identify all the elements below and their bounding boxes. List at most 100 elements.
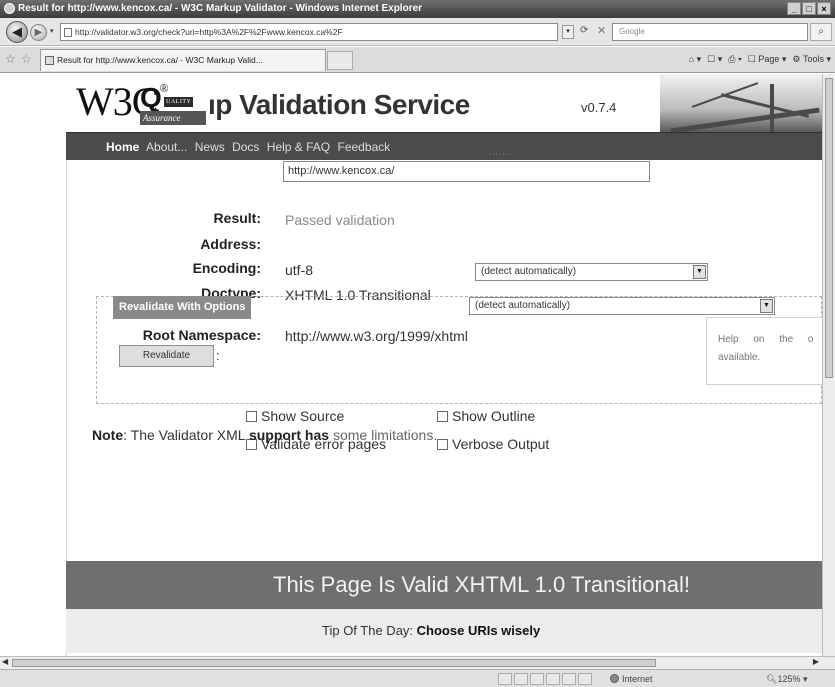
tab-label: Result for http://www.kencox.ca/ - W3C M… <box>57 55 263 65</box>
verbose-output-option[interactable]: Verbose Output <box>437 436 549 452</box>
search-placeholder: Google <box>619 27 645 36</box>
show-source-label: Show Source <box>261 408 345 424</box>
note-has: has <box>301 427 333 443</box>
nav-dots: ······· <box>489 151 513 158</box>
page-menu-label: Page <box>758 54 780 64</box>
qa-quality-label: UALITY <box>164 97 194 107</box>
security-zone[interactable]: Internet <box>610 673 653 685</box>
zoom-icon: 🔍︎ <box>766 674 778 684</box>
status-segment <box>562 673 576 685</box>
nav-home[interactable]: Home <box>106 140 139 154</box>
refresh-icon[interactable]: ⟳ <box>580 25 588 36</box>
encoding-value: utf-8 <box>285 262 314 278</box>
valid-banner: This Page Is Valid XHTML 1.0 Transitiona… <box>66 561 822 609</box>
feeds-icon[interactable]: ☐ ▾ <box>707 51 722 68</box>
verbose-output-label: Verbose Output <box>452 436 550 452</box>
stop-icon[interactable]: ✕ <box>597 24 606 37</box>
zoom-level[interactable]: 🔍︎125% ▾ <box>766 673 808 685</box>
main-nav: Home About... News Docs Help & FAQ Feedb… <box>66 132 822 160</box>
status-segment <box>546 673 560 685</box>
nav-docs[interactable]: Docs <box>232 140 259 154</box>
tab-validator[interactable]: Result for http://www.kencox.ca/ - W3C M… <box>40 49 326 71</box>
show-outline-option[interactable]: Show Outline <box>437 408 535 424</box>
xml-support-note: Note: The Validator XML support has some… <box>92 427 437 443</box>
command-bar: ⌂ ▾ ☐ ▾ ⎙ ▾ ☐ Page ▾ ⚙ Tools ▾ <box>689 51 831 68</box>
page-viewport: W3C ® Q UALITY Assurance ıp Validation Se… <box>0 74 822 656</box>
encoding-label: Encoding: <box>192 260 261 276</box>
horizontal-scrollbar[interactable]: ◀ ▶ <box>0 656 835 669</box>
status-segment <box>498 673 512 685</box>
window-controls: _ □ × <box>787 2 831 15</box>
tip-link[interactable]: Choose URIs wisely <box>417 623 541 638</box>
search-icon: ⌕ <box>818 26 824 37</box>
note-text-a: : The Validator XML <box>123 427 249 443</box>
encoding-select-value: (detect automatically) <box>481 266 577 277</box>
show-source-option[interactable]: Show Source <box>246 408 344 424</box>
vertical-scrollbar[interactable] <box>822 74 835 656</box>
result-label: Result: <box>213 210 261 226</box>
show-source-checkbox[interactable] <box>246 411 257 422</box>
status-bar: Internet 🔍︎125% ▾ <box>0 669 835 687</box>
forward-button[interactable]: ▶ <box>30 24 47 41</box>
status-segment <box>578 673 592 685</box>
horizontal-scroll-thumb[interactable] <box>12 659 656 667</box>
vertical-scroll-thumb[interactable] <box>825 78 833 378</box>
back-arrow-icon: ◀ <box>12 24 22 39</box>
qa-logo[interactable]: Q UALITY Assurance <box>140 82 206 125</box>
service-title: ıp Validation Service <box>208 89 470 120</box>
history-dropdown-icon[interactable]: ▾ <box>50 27 54 35</box>
tree-banner-image <box>660 74 822 132</box>
scroll-left-icon[interactable]: ◀ <box>2 657 8 666</box>
page-menu[interactable]: ☐ Page ▾ <box>748 51 787 68</box>
revalidate-button[interactable]: Revalidate <box>119 345 214 367</box>
home-icon[interactable]: ⌂ ▾ <box>689 51 701 68</box>
search-input[interactable]: Google <box>612 23 808 41</box>
page-icon <box>64 28 72 37</box>
help-panel: Help on the o available. <box>706 317 822 385</box>
address-url: http://validator.w3.org/check?uri=http%3… <box>75 27 343 37</box>
tip-of-the-day: Tip Of The Day: Choose URIs wisely <box>66 609 822 653</box>
minimize-button[interactable]: _ <box>787 2 801 15</box>
note-label: Note <box>92 427 124 443</box>
address-field[interactable]: http://www.kencox.ca/ <box>283 161 650 182</box>
limitations-link[interactable]: some limitations. <box>333 427 437 443</box>
verbose-output-checkbox[interactable] <box>437 439 448 450</box>
qa-assurance-label: Assurance <box>140 111 206 125</box>
nav-news[interactable]: News <box>195 140 225 154</box>
close-button[interactable]: × <box>817 2 831 15</box>
globe-icon <box>610 674 619 683</box>
tab-page-icon <box>45 56 54 65</box>
tools-menu-label: Tools <box>802 54 824 64</box>
nav-about[interactable]: About... <box>146 140 187 154</box>
result-value: Passed validation <box>285 212 395 228</box>
address-toolbar: ◀ ▶ ▾ http://validator.w3.org/check?uri=… <box>0 18 835 46</box>
address-dropdown-button[interactable]: ▾ <box>562 25 574 39</box>
qa-letter: Q <box>140 82 162 113</box>
address-input[interactable]: http://validator.w3.org/check?uri=http%3… <box>60 23 558 41</box>
tip-prefix: Tip Of The Day: <box>322 623 417 638</box>
window-title-bar: Result for http://www.kencox.ca/ - W3C M… <box>0 0 835 18</box>
add-favorites-icon[interactable]: ☆ <box>21 52 32 66</box>
revalidate-colon: : <box>216 348 220 363</box>
scroll-right-icon[interactable]: ▶ <box>813 657 819 666</box>
encoding-select[interactable]: (detect automatically) ▼ <box>475 263 708 281</box>
help-text-line-1: Help on the o <box>718 334 814 345</box>
nav-feedback[interactable]: Feedback <box>337 140 390 154</box>
status-segment <box>514 673 528 685</box>
chevron-down-icon: ▼ <box>693 265 706 279</box>
left-margin <box>0 132 66 656</box>
back-button[interactable]: ◀ <box>6 21 28 43</box>
maximize-button[interactable]: □ <box>802 2 816 15</box>
show-outline-checkbox[interactable] <box>437 411 448 422</box>
print-icon[interactable]: ⎙ ▾ <box>728 51 741 68</box>
version-link[interactable]: v0.7.4 <box>581 100 616 115</box>
favorites-star-icon[interactable]: ☆ <box>5 52 16 66</box>
tools-menu[interactable]: ⚙ Tools ▾ <box>792 51 831 68</box>
tab-bar: ☆ ☆ Result for http://www.kencox.ca/ - W… <box>0 47 835 73</box>
forward-arrow-icon: ▶ <box>34 27 43 38</box>
new-tab-button[interactable] <box>327 51 353 70</box>
note-support: support <box>248 427 302 443</box>
search-button[interactable]: ⌕ <box>810 23 832 41</box>
help-text-line-2: available. <box>718 352 761 363</box>
nav-help-faq[interactable]: Help & FAQ <box>267 140 330 154</box>
